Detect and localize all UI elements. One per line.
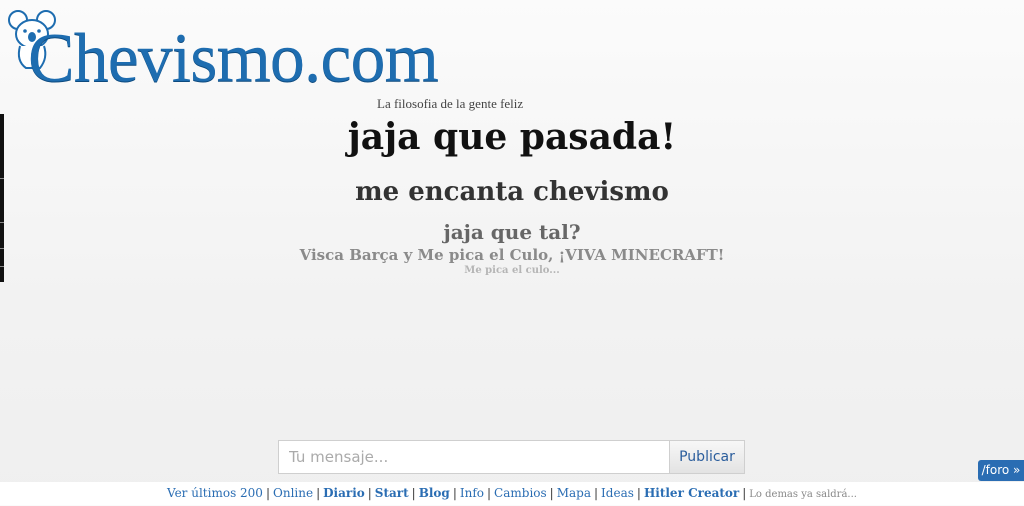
footer-link-start[interactable]: Start <box>375 486 409 500</box>
footer-nav: Ver últimos 200 | Online | Diario | Start | Blog… <box>0 482 1024 505</box>
footer-link-diario[interactable]: Diario <box>323 486 365 500</box>
message-item: Visca Barça y Me pica el Culo, ¡VIVA MIN… <box>299 246 725 264</box>
site-logo[interactable]: Chevismo.com La filosofia de la gente fe… <box>6 6 546 111</box>
message-input[interactable] <box>278 440 670 474</box>
message-item: jaja que tal? <box>443 220 581 244</box>
foro-link[interactable]: /foro » <box>978 460 1024 481</box>
footer-link-cambios[interactable]: Cambios <box>494 486 547 500</box>
message-item: Me pica el culo... <box>464 265 560 276</box>
publish-button[interactable]: Publicar <box>669 440 745 474</box>
footer-link-online[interactable]: Online <box>273 486 313 500</box>
footer-link-mapa[interactable]: Mapa <box>557 486 591 500</box>
logo-text: Chevismo.com <box>28 20 439 97</box>
message-feed: jaja que pasada! me encanta chevismo jaj… <box>0 112 1024 277</box>
message-item: me encanta chevismo <box>355 177 669 207</box>
footer-link-info[interactable]: Info <box>460 486 484 500</box>
footer-link-hitler-creator[interactable]: Hitler Creator <box>644 486 739 500</box>
footer-link-blog[interactable]: Blog <box>419 486 450 500</box>
message-item: jaja que pasada! <box>347 116 677 158</box>
post-form: Publicar <box>278 440 745 474</box>
footer-link-ideas[interactable]: Ideas <box>601 486 634 500</box>
footer-rest-text: Lo demas ya saldrá... <box>749 489 857 500</box>
tagline: La filosofia de la gente feliz <box>377 96 524 111</box>
footer-link-ultimos[interactable]: Ver últimos 200 <box>167 486 263 500</box>
